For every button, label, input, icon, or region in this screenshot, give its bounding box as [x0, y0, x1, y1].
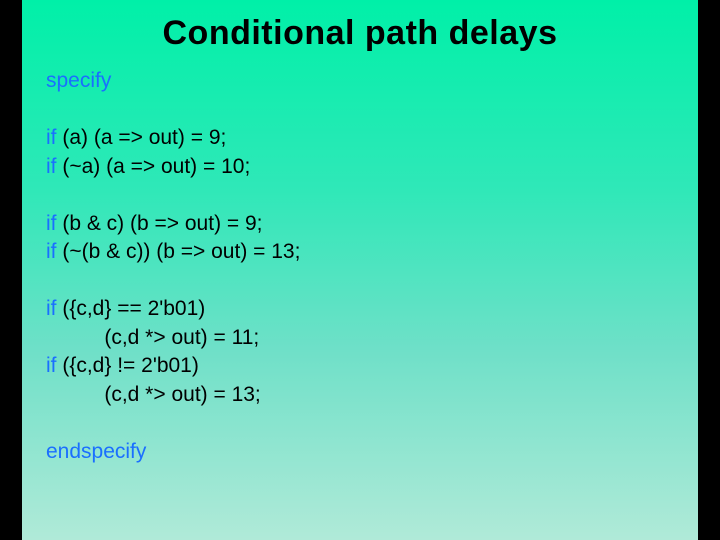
code-text: (b & c) (b => out) = 9;	[57, 212, 263, 235]
keyword-if: if	[46, 212, 57, 235]
code-text: ({c,d} == 2'b01)	[57, 297, 206, 320]
code-text: (a) (a => out) = 9;	[57, 126, 227, 149]
code-text: (c,d *> out) = 11;	[46, 326, 259, 349]
code-text: (c,d *> out) = 13;	[46, 383, 261, 406]
slide: Conditional path delays specify if (a) (…	[22, 0, 698, 540]
keyword-if: if	[46, 354, 57, 377]
keyword-endspecify: endspecify	[46, 440, 146, 463]
code-text: ({c,d} != 2'b01)	[57, 354, 199, 377]
keyword-if: if	[46, 240, 57, 263]
stage: Conditional path delays specify if (a) (…	[0, 0, 720, 540]
keyword-if: if	[46, 126, 57, 149]
slide-title: Conditional path delays	[46, 14, 674, 53]
keyword-specify: specify	[46, 69, 111, 92]
code-text: (~(b & c)) (b => out) = 13;	[57, 240, 301, 263]
keyword-if: if	[46, 297, 57, 320]
keyword-if: if	[46, 155, 57, 178]
code-text: (~a) (a => out) = 10;	[57, 155, 251, 178]
code-block: specify if (a) (a => out) = 9; if (~a) (…	[46, 67, 674, 466]
